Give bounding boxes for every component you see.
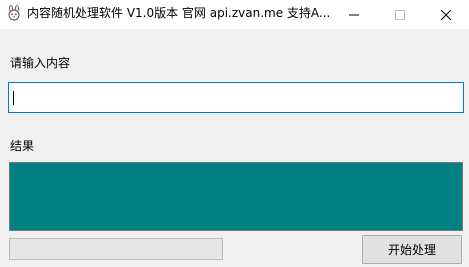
progress-bar xyxy=(9,238,223,260)
text-caret xyxy=(13,91,14,105)
maximize-button[interactable] xyxy=(377,0,423,29)
content-input[interactable] xyxy=(9,83,463,112)
maximize-icon xyxy=(395,9,405,20)
content-input-box[interactable] xyxy=(8,82,464,113)
app-icon xyxy=(6,5,22,21)
start-process-button[interactable]: 开始处理 xyxy=(362,235,462,264)
input-label: 请输入内容 xyxy=(10,56,71,70)
close-icon xyxy=(441,9,451,20)
main-window: 内容随机处理软件 V1.0版本 官网 api.zvan.me 支持A... 请输… xyxy=(0,0,469,267)
minimize-icon xyxy=(349,14,359,15)
minimize-button[interactable] xyxy=(331,0,377,29)
window-title: 内容随机处理软件 V1.0版本 官网 api.zvan.me 支持A... xyxy=(27,6,331,20)
result-output[interactable] xyxy=(9,162,463,231)
close-button[interactable] xyxy=(423,0,469,29)
result-label: 结果 xyxy=(10,139,35,153)
title-bar: 内容随机处理软件 V1.0版本 官网 api.zvan.me 支持A... xyxy=(0,0,469,29)
